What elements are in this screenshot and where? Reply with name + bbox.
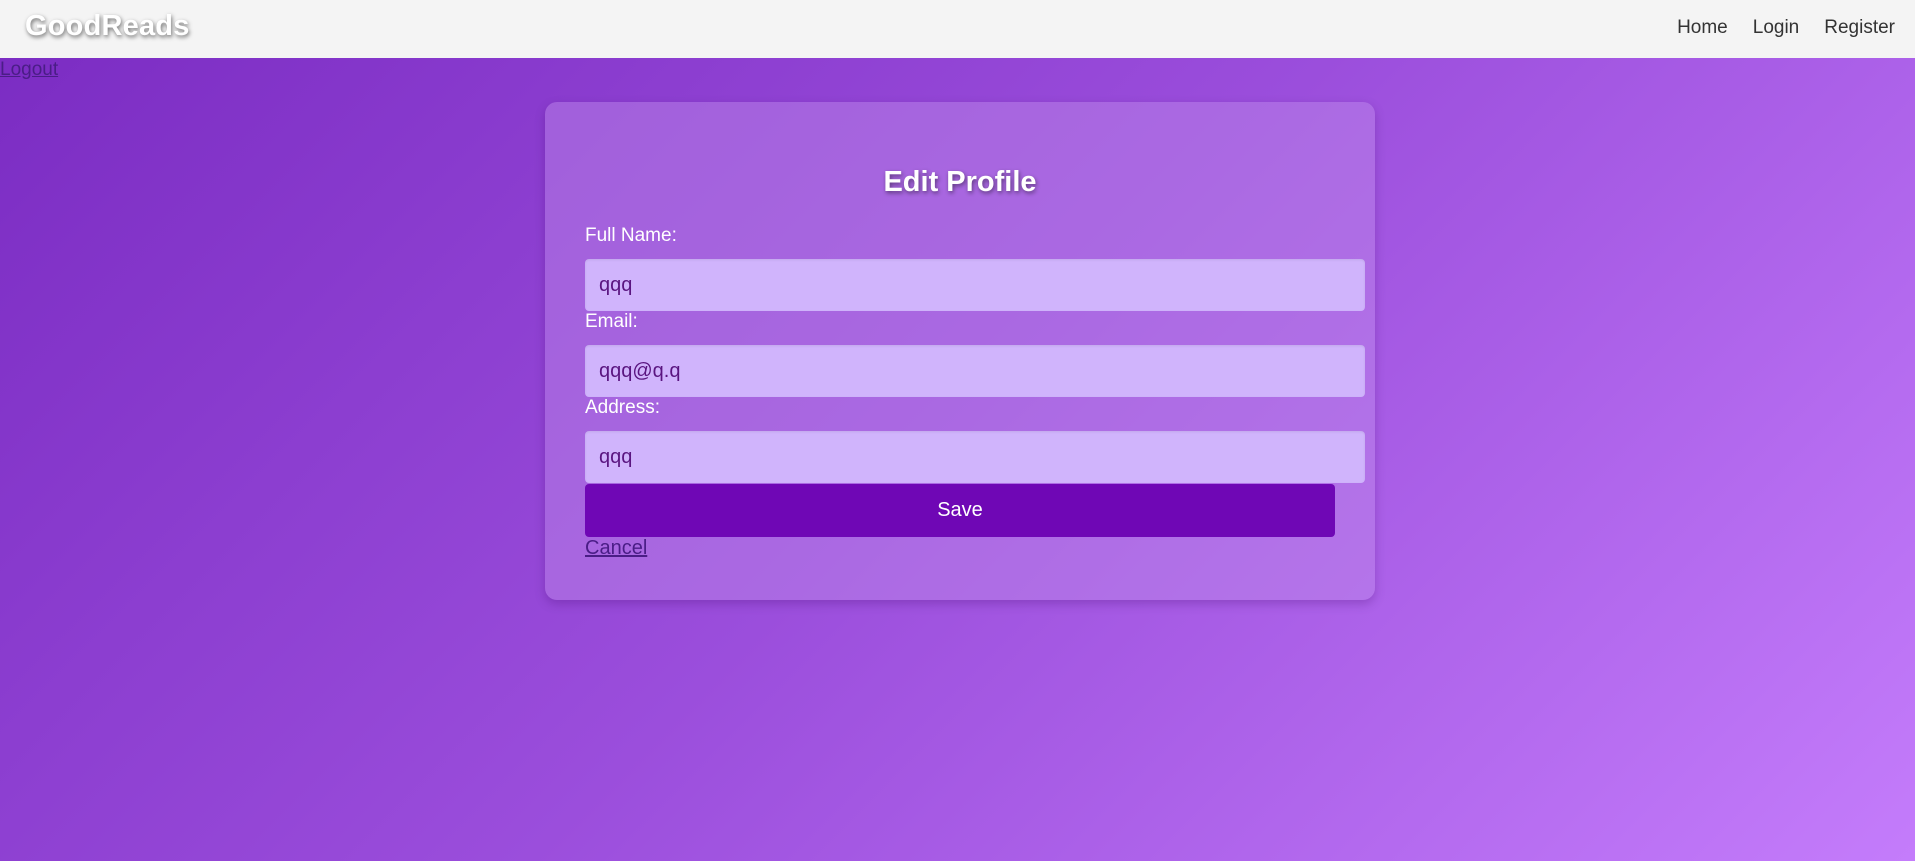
brand-logo[interactable]: GoodReads [25, 10, 190, 43]
address-label: Address: [585, 397, 660, 418]
save-button[interactable]: Save [585, 484, 1335, 537]
email-input[interactable] [585, 345, 1365, 397]
nav-link-login[interactable]: Login [1753, 17, 1800, 39]
nav-link-home[interactable]: Home [1677, 17, 1728, 39]
full-name-input[interactable] [585, 259, 1365, 311]
nav-link-register[interactable]: Register [1824, 17, 1895, 39]
nav-links: Home Login Register [1677, 17, 1895, 39]
page-title: Edit Profile [883, 166, 1037, 198]
logout-link[interactable]: Logout [0, 59, 58, 81]
email-label: Email: [585, 311, 638, 332]
top-navbar: GoodReads Home Login Register [0, 0, 1915, 58]
full-name-label: Full Name: [585, 225, 677, 246]
cancel-link[interactable]: Cancel [585, 537, 647, 560]
address-input[interactable] [585, 431, 1365, 483]
edit-profile-card: Edit Profile Full Name: Email: Address: … [545, 102, 1375, 600]
